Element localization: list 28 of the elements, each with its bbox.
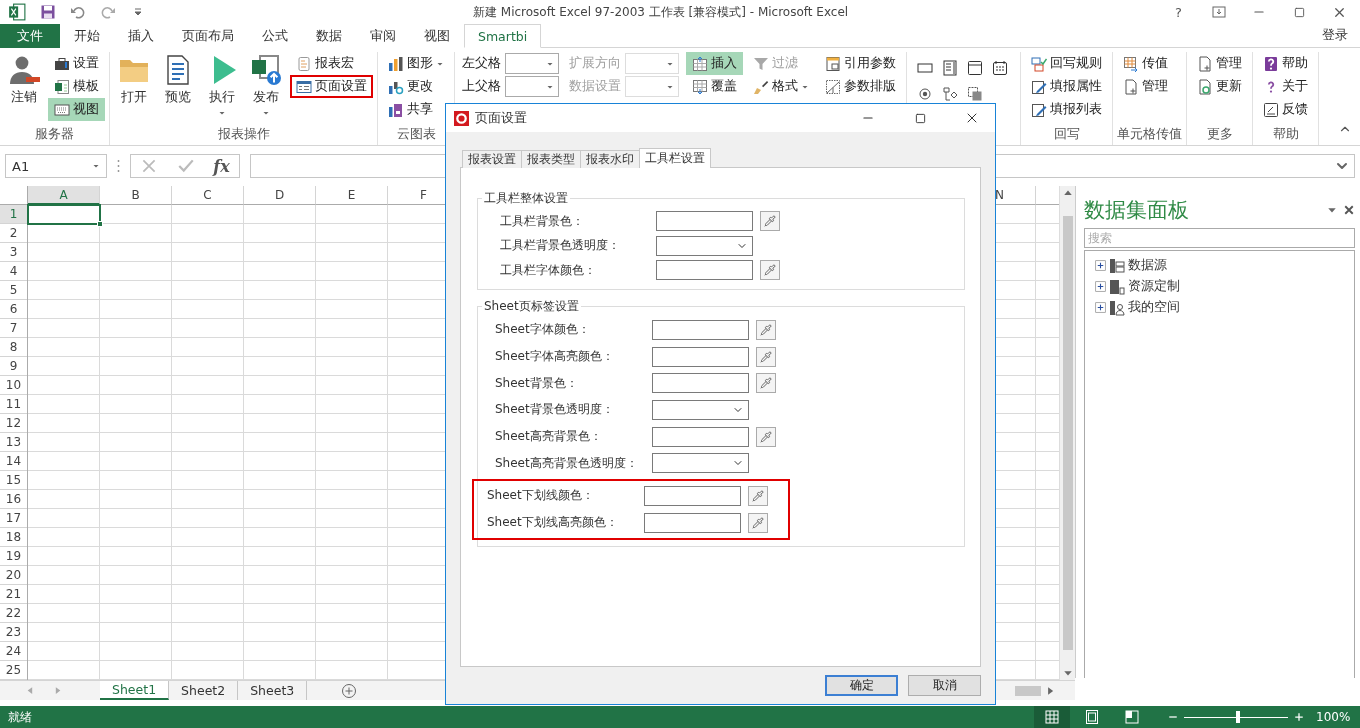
setting-label: Sheet字体颜色：: [495, 321, 591, 339]
group-label: 服务器: [34, 124, 75, 143]
status-text: 就绪: [8, 708, 33, 726]
setting-label: Sheet高亮背景色：: [495, 428, 603, 446]
group-label: 云图表: [395, 124, 437, 143]
setting-label: Sheet下划线高亮颜色：: [487, 514, 619, 532]
combo-label: 上父格: [462, 78, 501, 95]
group-label: 帮助: [1271, 124, 1300, 143]
setting-label: 工具栏背景色透明度：: [500, 237, 621, 255]
combo-label: 数据设置: [569, 78, 621, 95]
setting-label: Sheet背景色透明度：: [495, 401, 615, 419]
group-label: 单元格传值: [1117, 124, 1182, 143]
combo-label: 左父格: [462, 55, 501, 72]
window-title: 新建 Microsoft Excel 97-2003 工作表 [兼容模式] - Microsoft Excel: [471, 3, 850, 21]
setting-label: Sheet背景色：: [495, 374, 579, 392]
dialog-title: 页面设置: [475, 109, 528, 127]
setting-label: Sheet下划线颜色：: [487, 487, 595, 505]
panel-title: 数据集面板: [1084, 197, 1190, 224]
group-title: Sheet页标签设置: [483, 297, 580, 315]
group-title: 工具栏整体设置: [483, 190, 569, 207]
setting-label: Sheet高亮背景色透明度：: [495, 454, 639, 472]
setting-label: Sheet字体高亮颜色：: [495, 348, 615, 366]
setting-label: 工具栏字体颜色：: [500, 261, 597, 279]
group-label: 更多: [1205, 124, 1234, 143]
group-label: 报表操作: [216, 124, 271, 143]
setting-label: 工具栏背景色：: [500, 212, 585, 230]
combo-label: 扩展方向: [569, 55, 621, 72]
group-label: 回写: [1052, 124, 1081, 143]
